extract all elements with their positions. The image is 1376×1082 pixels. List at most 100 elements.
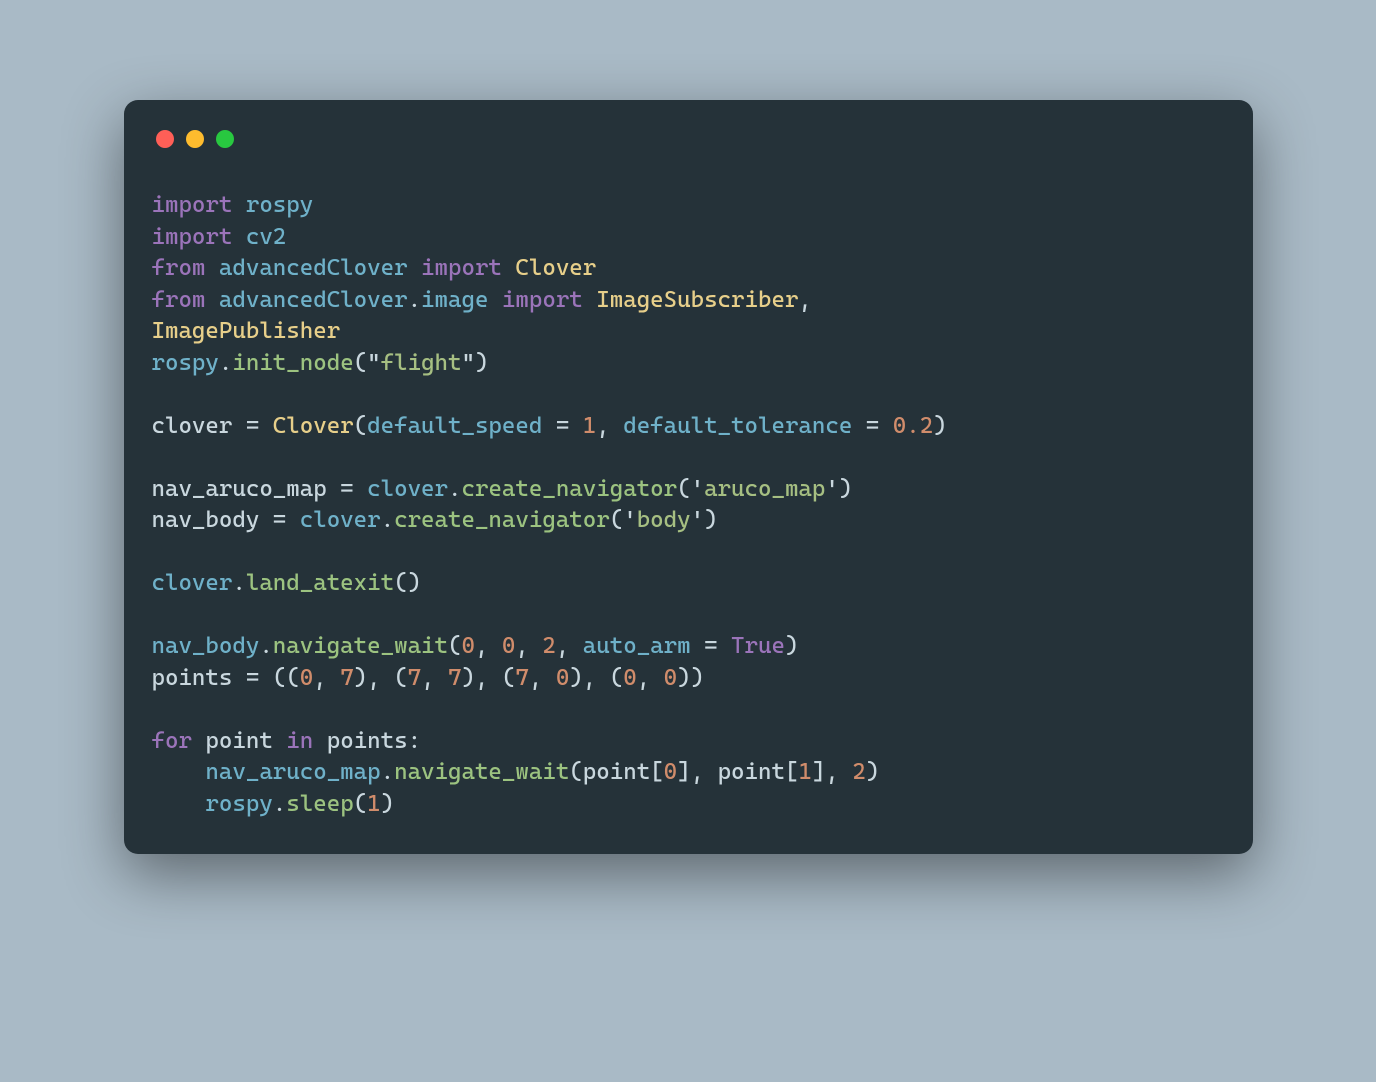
number: 7 xyxy=(340,665,353,691)
punctuation: . xyxy=(273,791,286,817)
keyword-from: from xyxy=(152,287,206,313)
keyword-import: import xyxy=(421,255,502,281)
punctuation: ) xyxy=(933,413,946,439)
kwarg-name: default_speed xyxy=(367,413,542,439)
keyword-import: import xyxy=(502,287,583,313)
punctuation: [ xyxy=(650,759,663,785)
space xyxy=(313,728,326,754)
class-name: Clover xyxy=(515,255,596,281)
punctuation: . xyxy=(259,633,272,659)
punctuation: ( xyxy=(610,507,623,533)
space xyxy=(192,728,205,754)
variable: nav_aruco_map xyxy=(152,476,327,502)
variable: point xyxy=(718,759,785,785)
punctuation: ] xyxy=(677,759,690,785)
keyword-from: from xyxy=(152,255,206,281)
punctuation: ( xyxy=(394,570,407,596)
number: 0 xyxy=(664,665,677,691)
function-call: create_navigator xyxy=(394,507,610,533)
object-name: rospy xyxy=(205,791,272,817)
punctuation: ) xyxy=(408,570,421,596)
punctuation: = xyxy=(852,413,892,439)
variable: nav_body xyxy=(152,507,260,533)
punctuation: . xyxy=(232,570,245,596)
class-name: Clover xyxy=(273,413,354,439)
punctuation: ), ( xyxy=(462,665,516,691)
punctuation: (( xyxy=(273,665,300,691)
number: 0.2 xyxy=(893,413,933,439)
keyword-in: in xyxy=(286,728,313,754)
punctuation: ( xyxy=(354,413,367,439)
module-name: rospy xyxy=(246,192,313,218)
variable: point xyxy=(583,759,650,785)
function-call: sleep xyxy=(286,791,353,817)
punctuation: = xyxy=(232,665,272,691)
number: 1 xyxy=(367,791,380,817)
number: 0 xyxy=(664,759,677,785)
number: 0 xyxy=(623,665,636,691)
string-quote: ' xyxy=(691,476,704,502)
number: 0 xyxy=(502,633,515,659)
number: 0 xyxy=(556,665,569,691)
class-name: ImagePublisher xyxy=(152,318,341,344)
number: 7 xyxy=(408,665,421,691)
variable: point xyxy=(205,728,272,754)
string-quote: ' xyxy=(691,507,704,533)
punctuation: [ xyxy=(785,759,798,785)
number: 2 xyxy=(542,633,555,659)
punctuation: ( xyxy=(677,476,690,502)
punctuation: = xyxy=(232,413,272,439)
string-quote: " xyxy=(462,350,475,376)
string-literal: flight xyxy=(381,350,462,376)
punctuation: ) xyxy=(785,633,798,659)
punctuation: ) xyxy=(475,350,488,376)
punctuation: ( xyxy=(354,791,367,817)
punctuation: , xyxy=(421,665,448,691)
function-call: navigate_wait xyxy=(273,633,448,659)
class-name: ImageSubscriber xyxy=(596,287,798,313)
punctuation: = xyxy=(327,476,367,502)
kwarg-name: auto_arm xyxy=(583,633,691,659)
punctuation: , xyxy=(529,665,556,691)
object-name: nav_aruco_map xyxy=(205,759,380,785)
punctuation: ) xyxy=(704,507,717,533)
punctuation: ), ( xyxy=(354,665,408,691)
punctuation: , xyxy=(798,287,825,313)
punctuation: , xyxy=(515,633,542,659)
traffic-lights xyxy=(156,130,1225,148)
punctuation: = xyxy=(542,413,582,439)
module-name: cv2 xyxy=(246,224,286,250)
string-literal: aruco_map xyxy=(704,476,825,502)
zoom-icon[interactable] xyxy=(216,130,234,148)
string-quote: " xyxy=(367,350,380,376)
punctuation: . xyxy=(381,759,394,785)
variable: clover xyxy=(152,413,233,439)
punctuation: ) xyxy=(866,759,879,785)
module-name: image xyxy=(421,287,488,313)
punctuation: ] xyxy=(812,759,825,785)
number: 2 xyxy=(852,759,865,785)
punctuation: ( xyxy=(448,633,461,659)
kwarg-name: default_tolerance xyxy=(623,413,852,439)
code-window: import rospy import cv2 from advancedClo… xyxy=(124,100,1253,854)
punctuation: ) xyxy=(839,476,852,502)
variable: points xyxy=(152,665,233,691)
space xyxy=(273,728,286,754)
number: 7 xyxy=(515,665,528,691)
close-icon[interactable] xyxy=(156,130,174,148)
punctuation: , xyxy=(825,759,852,785)
object-name: clover xyxy=(152,570,233,596)
function-call: land_atexit xyxy=(246,570,394,596)
string-literal: body xyxy=(637,507,691,533)
bool-literal: True xyxy=(731,633,785,659)
keyword-for: for xyxy=(152,728,192,754)
string-quote: ' xyxy=(825,476,838,502)
punctuation: , xyxy=(313,665,340,691)
function-call: navigate_wait xyxy=(394,759,569,785)
punctuation: . xyxy=(408,287,421,313)
minimize-icon[interactable] xyxy=(186,130,204,148)
code-block: import rospy import cv2 from advancedClo… xyxy=(152,190,1225,820)
punctuation: , xyxy=(556,633,583,659)
function-call: init_node xyxy=(232,350,353,376)
number: 0 xyxy=(461,633,474,659)
